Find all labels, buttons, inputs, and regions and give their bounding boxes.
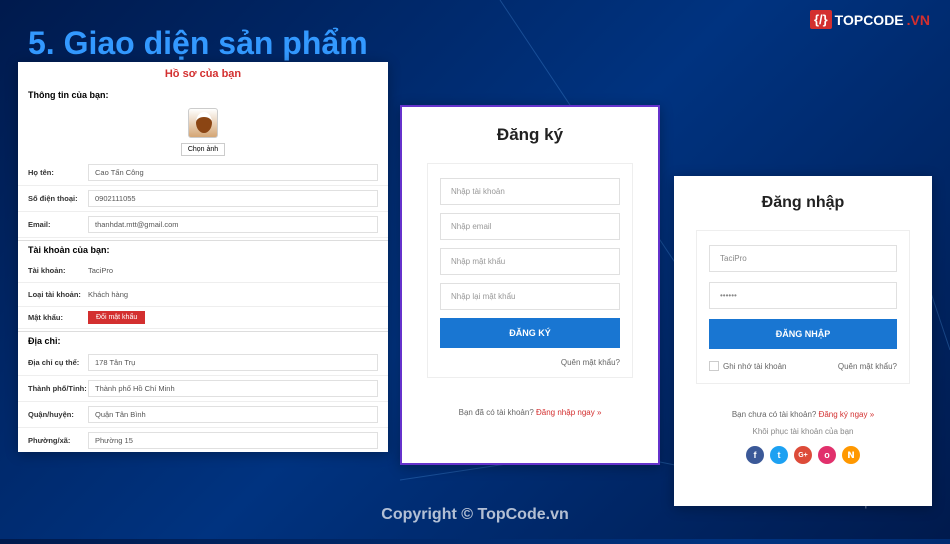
logo-text: TOPCODE (835, 12, 904, 28)
city-label: Thành phố/Tỉnh: (28, 384, 88, 393)
social-icons: f t G+ o 𝗡 (696, 446, 910, 464)
register-panel: Đăng ký Nhập tài khoản Nhập email Nhập m… (400, 105, 660, 465)
register-title: Đăng ký (427, 125, 633, 145)
avatar (188, 108, 218, 138)
account-heading: Tài khoản của bạn: (18, 241, 388, 259)
profile-panel: Hồ sơ của bạn Thông tin của bạn: Chọn ản… (18, 62, 388, 452)
login-submit-button[interactable]: ĐĂNG NHẬP (709, 319, 897, 349)
login-panel: Đăng nhập TaciPro •••••• ĐĂNG NHẬP Ghi n… (674, 176, 932, 506)
register-submit-button[interactable]: ĐĂNG KÝ (440, 318, 620, 348)
email-label: Email: (28, 220, 88, 229)
choose-image-button[interactable]: Chọn ảnh (181, 143, 225, 156)
instagram-icon[interactable]: o (818, 446, 836, 464)
login-forgot-link[interactable]: Quên mật khẩu? (838, 362, 897, 371)
login-username-input[interactable]: TaciPro (709, 245, 897, 272)
twitter-icon[interactable]: t (770, 446, 788, 464)
username-label: Tài khoản: (28, 266, 88, 275)
register-email-input[interactable]: Nhập email (440, 213, 620, 240)
district-input[interactable]: Quận Tân Bình (88, 406, 378, 423)
page-title: 5. Giao diện sản phẩm (28, 25, 368, 62)
register-password-input[interactable]: Nhập mật khẩu (440, 248, 620, 275)
name-input[interactable]: Cao Tấn Công (88, 164, 378, 181)
remember-label: Ghi nhớ tài khoản (723, 362, 787, 371)
login-title: Đăng nhập (696, 194, 910, 212)
checkbox-icon (709, 361, 719, 371)
register-now-link[interactable]: Đăng ký ngay » (819, 410, 875, 419)
address-detail-input[interactable]: 178 Tân Trụ (88, 354, 378, 371)
googleplus-icon[interactable]: G+ (794, 446, 812, 464)
ward-label: Phường/xã: (28, 436, 88, 445)
email-input[interactable]: thanhdat.mtt@gmail.com (88, 216, 378, 233)
remember-checkbox[interactable]: Ghi nhớ tài khoản (709, 361, 787, 371)
logo: {/} TOPCODE.VN (810, 10, 930, 29)
profile-info-heading: Thông tin của bạn: (18, 86, 388, 104)
address-heading: Địa chỉ: (18, 332, 388, 350)
change-password-button[interactable]: Đổi mật khẩu (88, 311, 145, 324)
account-type-value: Khách hàng (88, 287, 378, 302)
profile-title: Hồ sơ của bạn (18, 62, 388, 86)
login-now-link[interactable]: Đăng nhập ngay » (536, 408, 601, 417)
username-value: TaciPro (88, 263, 378, 278)
register-account-input[interactable]: Nhập tài khoản (440, 178, 620, 205)
city-input[interactable]: Thành phố Hồ Chí Minh (88, 380, 378, 397)
login-footer-text: Bạn chưa có tài khoản? (732, 410, 819, 419)
phone-label: Số điện thoại: (28, 194, 88, 203)
register-footer-text: Bạn đã có tài khoản? (459, 408, 536, 417)
register-forgot-link[interactable]: Quên mật khẩu? (440, 358, 620, 367)
watermark: Copyright © TopCode.vn (381, 506, 568, 524)
district-label: Quận/huyện: (28, 410, 88, 419)
facebook-icon[interactable]: f (746, 446, 764, 464)
login-password-input[interactable]: •••••• (709, 282, 897, 309)
logo-badge: {/} (810, 10, 832, 29)
rss-icon[interactable]: 𝗡 (842, 446, 860, 464)
name-label: Họ tên: (28, 168, 88, 177)
ward-input[interactable]: Phường 15 (88, 432, 378, 449)
phone-input[interactable]: 0902111055 (88, 190, 378, 207)
logo-suffix: .VN (907, 12, 930, 28)
watermark-side: TopCode.vn (851, 494, 920, 509)
restore-account-link[interactable]: Khôi phục tài khoản của bạn (696, 427, 910, 436)
account-type-label: Loại tài khoản: (28, 290, 88, 299)
address-detail-label: Địa chỉ cụ thể: (28, 358, 88, 367)
password-label: Mật khẩu: (28, 313, 88, 322)
register-password2-input[interactable]: Nhập lại mật khẩu (440, 283, 620, 310)
